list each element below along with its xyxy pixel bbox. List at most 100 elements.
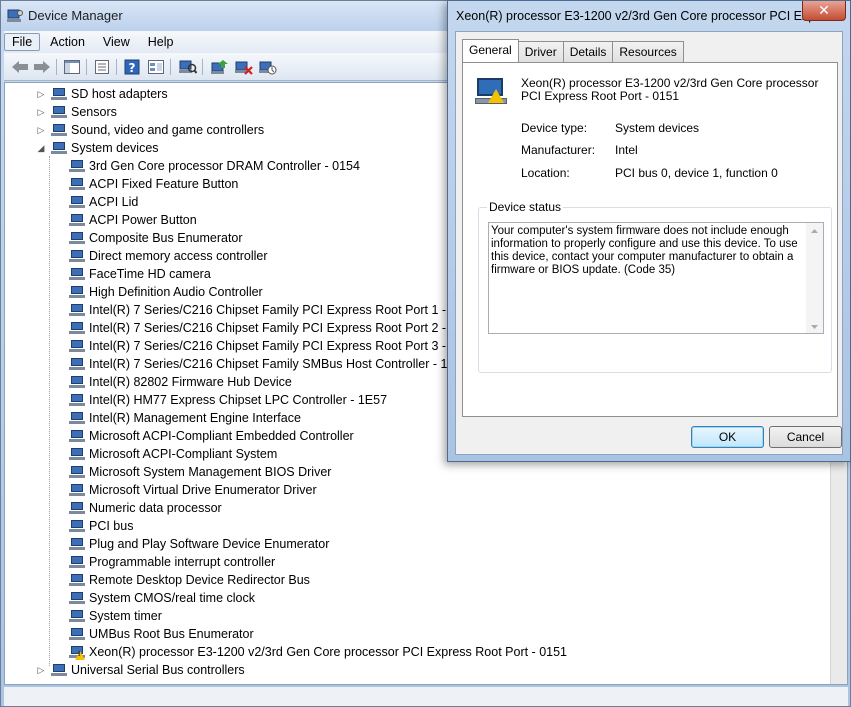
tab-driver[interactable]: Driver	[517, 41, 564, 62]
device-icon	[69, 465, 85, 479]
device-status-textbox[interactable]: Your computer's system firmware does not…	[488, 222, 824, 334]
tree-device[interactable]: Intel(R) HM77 Express Chipset LPC Contro…	[54, 391, 387, 409]
tree-device[interactable]: Intel(R) 7 Series/C216 Chipset Family SM…	[54, 355, 470, 373]
expand-arrow-icon[interactable]: ▷	[36, 125, 46, 135]
cancel-button[interactable]: Cancel	[769, 426, 842, 448]
tree-device[interactable]: Intel(R) 7 Series/C216 Chipset Family PC…	[54, 337, 479, 355]
menu-file[interactable]: File	[4, 33, 41, 51]
back-arrow-icon[interactable]	[10, 57, 30, 77]
tree-device[interactable]: Microsoft ACPI-Compliant System	[54, 445, 277, 463]
menu-help[interactable]: Help	[140, 33, 182, 51]
tree-device[interactable]: FaceTime HD camera	[54, 265, 211, 283]
tree-device[interactable]: Numeric data processor	[54, 499, 222, 517]
tree-device[interactable]: ACPI Lid	[54, 193, 138, 211]
ok-button[interactable]: OK	[691, 426, 764, 448]
tree-category[interactable]: ▷ Sound, video and game controllers	[36, 121, 265, 139]
device-icon	[51, 123, 67, 137]
tree-category[interactable]: ▷ Sensors	[36, 103, 117, 121]
toolbar-separator	[202, 59, 203, 75]
tree-item-label: Intel(R) 82802 Firmware Hub Device	[89, 375, 292, 389]
view-icon[interactable]	[146, 57, 166, 77]
tree-item-label: Sound, video and game controllers	[71, 123, 265, 137]
general-tab-panel: Xeon(R) processor E3-1200 v2/3rd Gen Cor…	[462, 62, 838, 417]
device-warning-icon	[69, 645, 85, 660]
tree-item-label: SD host adapters	[71, 87, 168, 101]
expand-arrow-icon[interactable]: ▷	[36, 107, 46, 117]
location-value: PCI bus 0, device 1, function 0	[615, 166, 778, 180]
menu-view[interactable]: View	[95, 33, 138, 51]
tree-item-label: Microsoft Virtual Drive Enumerator Drive…	[89, 483, 317, 497]
window-title: Device Manager	[28, 8, 123, 23]
tree-device[interactable]: System CMOS/real time clock	[54, 589, 255, 607]
scan-hardware-icon[interactable]	[178, 57, 198, 77]
tree-device[interactable]: Intel(R) 82802 Firmware Hub Device	[54, 373, 292, 391]
tree-device[interactable]: PCI bus	[54, 517, 133, 535]
collapse-arrow-icon[interactable]: ◢	[36, 143, 46, 153]
expand-arrow-icon[interactable]: ▷	[36, 89, 46, 99]
tree-device[interactable]: Microsoft Virtual Drive Enumerator Drive…	[54, 481, 317, 499]
device-warning-icon	[475, 76, 507, 106]
tree-item-label: Intel(R) 7 Series/C216 Chipset Family PC…	[89, 339, 479, 353]
forward-arrow-icon[interactable]	[32, 57, 52, 77]
tree-device[interactable]: UMBus Root Bus Enumerator	[54, 625, 254, 643]
device-icon	[69, 447, 85, 461]
svg-text:?: ?	[129, 61, 136, 75]
device-icon	[69, 411, 85, 425]
toolbar-separator	[170, 59, 171, 75]
tab-resources[interactable]: Resources	[612, 41, 684, 62]
tree-device[interactable]: System timer	[54, 607, 162, 625]
tree-category[interactable]: ▷ SD host adapters	[36, 85, 168, 103]
device-icon	[69, 303, 85, 317]
tree-device[interactable]: High Definition Audio Controller	[54, 283, 263, 301]
help-icon[interactable]: ?	[122, 57, 142, 77]
device-icon	[51, 141, 67, 155]
properties-icon[interactable]	[92, 57, 112, 77]
tree-category[interactable]: ◢ System devices	[36, 139, 159, 157]
tree-device[interactable]: Intel(R) 7 Series/C216 Chipset Family PC…	[54, 319, 479, 337]
device-icon	[69, 249, 85, 263]
tree-device[interactable]: Direct memory access controller	[54, 247, 268, 265]
status-scrollbar[interactable]	[806, 223, 823, 333]
disable-device-icon[interactable]	[234, 57, 254, 77]
tree-device[interactable]: Composite Bus Enumerator	[54, 229, 243, 247]
tree-device[interactable]: Microsoft ACPI-Compliant Embedded Contro…	[54, 427, 354, 445]
menu-action[interactable]: Action	[42, 33, 93, 51]
manufacturer-label: Manufacturer:	[521, 143, 596, 157]
show-hide-console-tree-icon[interactable]	[62, 57, 82, 77]
device-name: Xeon(R) processor E3-1200 v2/3rd Gen Cor…	[521, 76, 819, 103]
device-icon	[69, 195, 85, 209]
device-icon	[69, 591, 85, 605]
uninstall-device-icon[interactable]	[258, 57, 278, 77]
tree-device[interactable]: Intel(R) 7 Series/C216 Chipset Family PC…	[54, 301, 479, 319]
tree-device[interactable]: Programmable interrupt controller	[54, 553, 275, 571]
tree-device[interactable]: ACPI Power Button	[54, 211, 197, 229]
device-icon	[69, 429, 85, 443]
tree-device[interactable]: 3rd Gen Core processor DRAM Controller -…	[54, 157, 360, 175]
tree-device[interactable]: Plug and Play Software Device Enumerator	[54, 535, 329, 553]
tree-category[interactable]: ▷ Universal Serial Bus controllers	[36, 661, 245, 679]
tree-item-label: Xeon(R) processor E3-1200 v2/3rd Gen Cor…	[89, 645, 567, 659]
tree-device[interactable]: Microsoft System Management BIOS Driver	[54, 463, 331, 481]
expand-arrow-icon[interactable]: ▷	[36, 665, 46, 675]
tab-general[interactable]: General	[462, 39, 519, 62]
tree-device[interactable]: Remote Desktop Device Redirector Bus	[54, 571, 310, 589]
tree-device[interactable]: Intel(R) Management Engine Interface	[54, 409, 301, 427]
tree-device[interactable]: Xeon(R) processor E3-1200 v2/3rd Gen Cor…	[54, 643, 567, 661]
device-icon	[69, 357, 85, 371]
device-icon	[51, 663, 67, 677]
tab-details[interactable]: Details	[562, 41, 614, 62]
tree-item-label: Microsoft System Management BIOS Driver	[89, 465, 332, 479]
close-icon[interactable]: ✕	[802, 1, 846, 21]
update-driver-icon[interactable]	[210, 57, 230, 77]
tree-device[interactable]: ACPI Fixed Feature Button	[54, 175, 238, 193]
